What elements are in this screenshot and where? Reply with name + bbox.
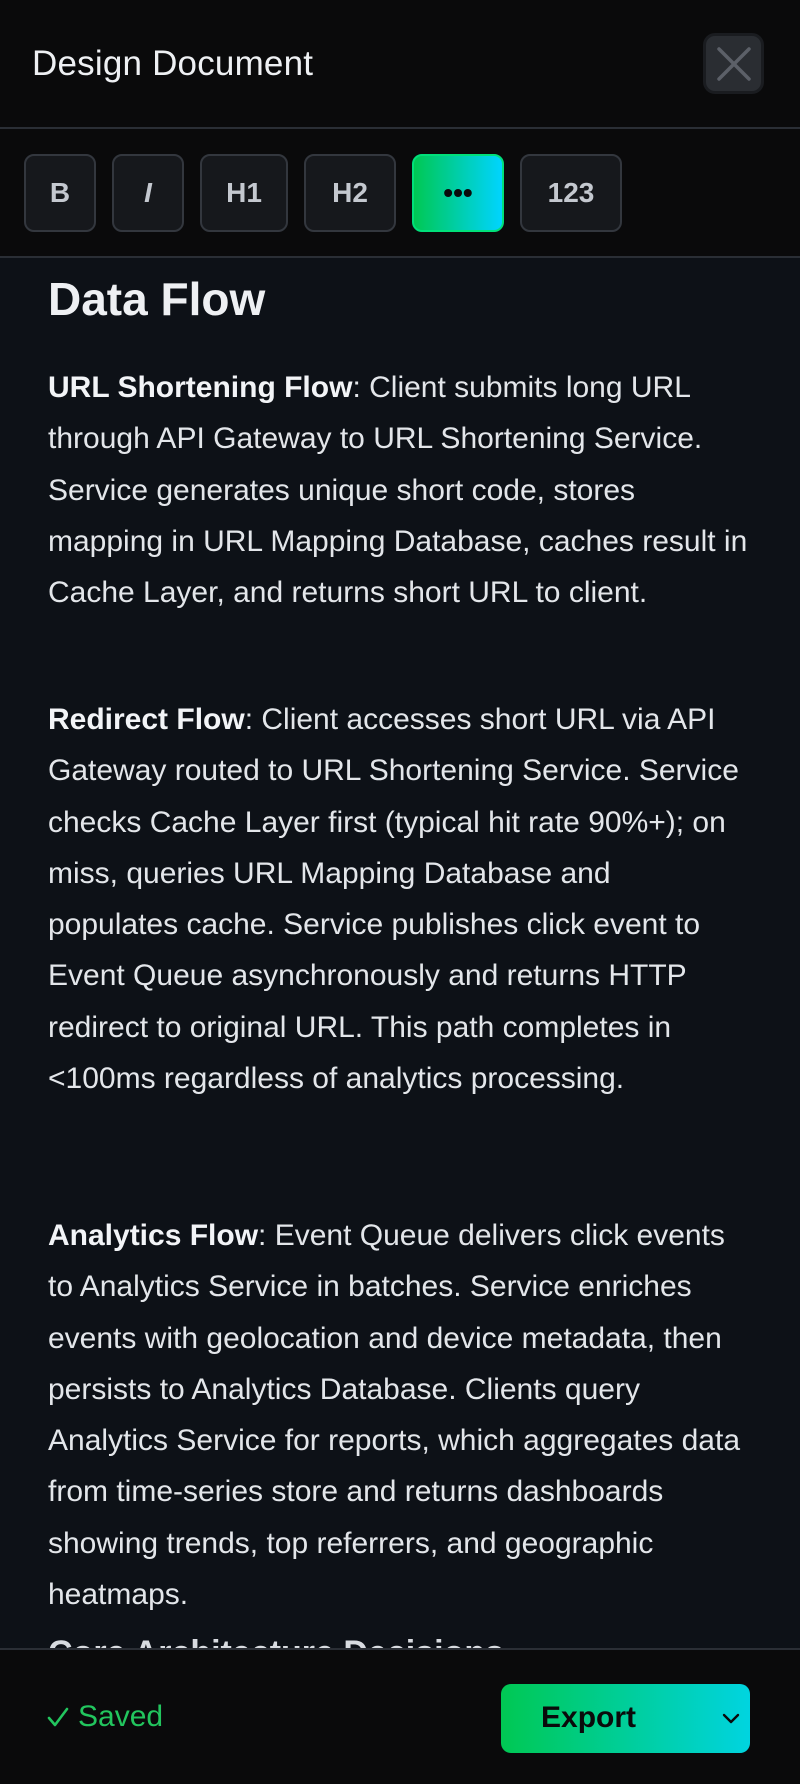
close-icon — [716, 46, 751, 81]
heading-2-button[interactable]: H2 — [304, 154, 396, 232]
document-title: Design Document — [32, 44, 314, 83]
paragraph-analytics-flow: Analytics Flow: Event Queue delivers cli… — [48, 1210, 748, 1620]
header-bar: Design Document — [0, 0, 800, 129]
export-button[interactable]: Export — [501, 1684, 750, 1753]
close-button[interactable] — [703, 33, 764, 94]
next-section-heading: Core Architecture Decisions — [48, 1634, 504, 1648]
paragraph-bold-lead: URL Shortening Flow — [48, 371, 353, 404]
heading-1-button[interactable]: H1 — [200, 154, 288, 232]
export-label: Export — [541, 1701, 637, 1734]
save-status-label: Saved — [78, 1700, 164, 1733]
checkmark-icon — [47, 1707, 69, 1727]
paragraph-redirect-flow: Redirect Flow: Client accesses short URL… — [48, 694, 748, 1104]
paragraph-bold-lead: Analytics Flow — [48, 1219, 259, 1252]
paragraph-text: : Event Queue delivers click events to A… — [48, 1219, 741, 1612]
document-content[interactable]: Data Flow URL Shortening Flow: Client su… — [0, 258, 800, 1648]
save-status: Saved — [46, 1700, 163, 1734]
italic-button[interactable]: I — [112, 154, 184, 232]
section-heading: Data Flow — [48, 273, 266, 325]
paragraph-url-shortening-flow: URL Shortening Flow: Client submits long… — [48, 362, 748, 618]
bold-button[interactable]: B — [24, 154, 96, 232]
format-toolbar: B I H1 H2 ••• 123 — [0, 129, 800, 258]
editor-app: Design Document B I H1 H2 ••• 123 Data F… — [0, 0, 800, 1784]
chevron-down-icon[interactable] — [720, 1708, 742, 1730]
paragraph-bold-lead: Redirect Flow — [48, 703, 245, 736]
numbered-list-button[interactable]: 123 — [520, 154, 622, 232]
bullet-list-button[interactable]: ••• — [412, 154, 504, 232]
paragraph-text: : Client accesses short URL via API Gate… — [48, 703, 739, 1096]
footer-bar: Saved Export — [0, 1648, 800, 1784]
paragraph-text: : Client submits long URL through API Ga… — [48, 371, 748, 610]
